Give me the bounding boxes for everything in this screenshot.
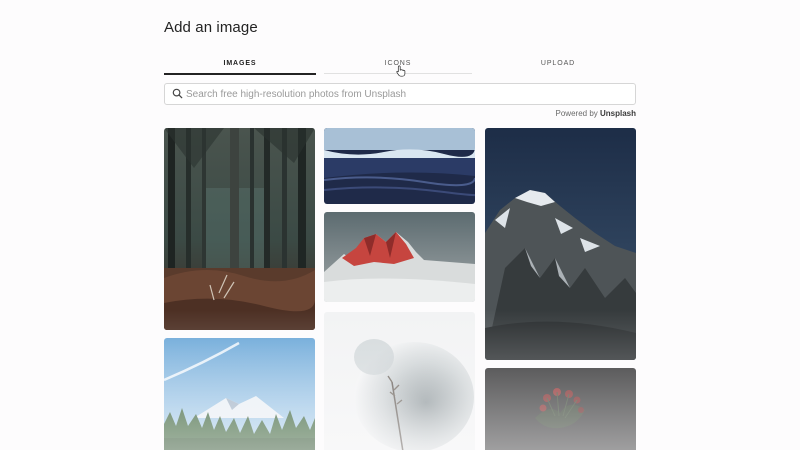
- tab-upload[interactable]: UPLOAD: [480, 58, 636, 74]
- unsplash-link[interactable]: Unsplash: [600, 109, 636, 118]
- search-input[interactable]: [186, 85, 626, 103]
- tab-images-label: IMAGES: [223, 60, 257, 67]
- hand-pointer-icon: [396, 65, 406, 77]
- tab-images[interactable]: IMAGES: [164, 58, 316, 75]
- alpine-photo[interactable]: [164, 338, 315, 450]
- attribution: Powered by Unsplash: [556, 109, 636, 118]
- tab-images-underline: [164, 72, 316, 75]
- search-box: [164, 83, 636, 105]
- attribution-prefix: Powered by: [555, 109, 600, 118]
- mountain-photo[interactable]: [485, 128, 636, 360]
- flowers-photo[interactable]: [485, 368, 636, 450]
- search-icon: [172, 88, 183, 99]
- tab-upload-label: UPLOAD: [540, 60, 576, 67]
- lake-photo[interactable]: [324, 128, 475, 204]
- frost-plant-photo[interactable]: [324, 312, 475, 450]
- red-peaks-photo[interactable]: [324, 212, 475, 302]
- dialog-title: Add an image: [164, 19, 258, 36]
- forest-photo[interactable]: [164, 128, 315, 330]
- add-image-dialog: Add an image IMAGES ICONS UPLOAD Powered…: [0, 0, 800, 450]
